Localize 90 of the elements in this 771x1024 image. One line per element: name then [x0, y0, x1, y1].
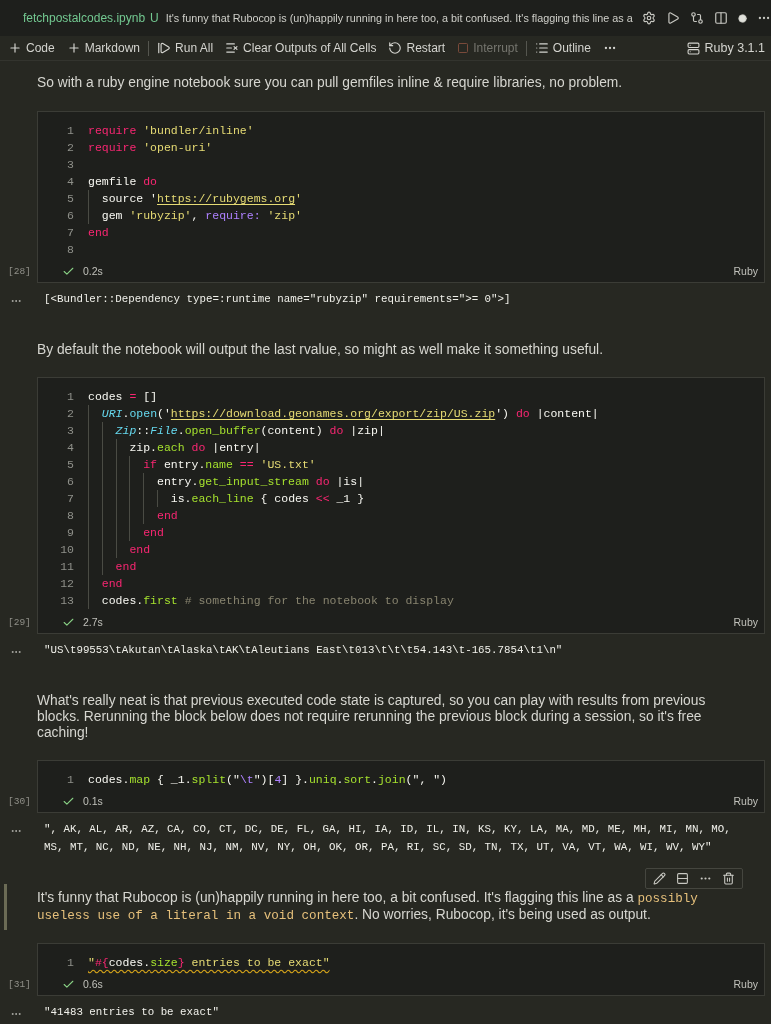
cell-output: [<Bundler::Dependency type=:runtime name="rubyzip" requirements=">= 0">] [43, 292, 512, 307]
code-line: end [88, 541, 151, 558]
execution-count: [29] [7, 617, 32, 630]
line-number: 1 [66, 956, 74, 969]
code-line: end [88, 507, 178, 524]
line-number: 3 [66, 424, 74, 437]
line-number: 3 [66, 158, 74, 171]
cell-output: "41483 entries to be exact" [43, 1005, 220, 1020]
run-duration: 0.2s [83, 265, 103, 277]
code-line: require 'bundler/inline' [88, 123, 254, 139]
markdown-paragraph: So with a ruby engine notebook sure you can pull gemfiles inline & require libraries, no problem. [37, 75, 624, 91]
line-number: 1 [66, 390, 74, 403]
unsaved-dot-icon [737, 13, 747, 23]
plus-icon [8, 41, 22, 55]
edit-icon[interactable] [653, 872, 666, 885]
split-editor-icon[interactable] [713, 11, 728, 25]
execution-count: [30] [7, 796, 32, 809]
compare-icon[interactable] [689, 11, 704, 25]
list-icon [534, 41, 549, 55]
code-line: if entry.name == 'US.txt' [88, 456, 316, 473]
line-number: 7 [66, 492, 74, 505]
line-number: 11 [59, 560, 74, 573]
toolbar-button[interactable]: Restart [388, 41, 446, 55]
code-line: require 'open-uri' [88, 140, 213, 156]
play-icon[interactable] [665, 11, 680, 25]
cell-output: ", AK, AL, AR, AZ, CA, CO, CT, DC, DE, FL, GA, HI, IA, ID, IL, IN, KS, KY, LA, MA, MD, ME, MH, MI, MN, MO, MS, MT, NC, ND, NE, NH, NJ, NM, NV, NY, OH, OK, OR, PA, RI, SC, SD, TN, TX, UT, VA, VT, WA, WI, WV, WY" [43, 822, 732, 855]
code-line: "#{codes.size} entries to be exact" [88, 955, 330, 971]
code-line: end [88, 575, 123, 592]
code-line: gemfile do [88, 174, 158, 190]
execution-count: [31] [7, 979, 32, 992]
line-number: 2 [66, 141, 74, 154]
line-number: 10 [59, 543, 74, 556]
line-number: 5 [66, 192, 74, 205]
code-line: codes = [] [88, 389, 158, 405]
toolbar-button[interactable]: Code [8, 41, 55, 55]
cell-language[interactable]: Ruby [733, 265, 758, 277]
git-status: U [150, 11, 159, 25]
code-line: codes.map { _1.split("\t")[4] }.uniq.sort.join(", ") [88, 772, 447, 788]
code-line: Zip::File.open_buffer(content) do |zip| [88, 422, 385, 439]
cell-language[interactable]: Ruby [733, 616, 758, 628]
line-number: 1 [66, 124, 74, 137]
settings-icon[interactable] [641, 11, 656, 25]
code-line: URI.open('https://download.geonames.org/export/zip/US.zip') do |content| [88, 405, 599, 422]
run-duration: 0.6s [83, 978, 103, 990]
code-line: entry.get_input_stream do |is| [88, 473, 365, 490]
code-line: source 'https://rubygems.org' [88, 190, 302, 207]
line-number: 5 [66, 458, 74, 471]
toolbar-button[interactable]: Markdown [66, 41, 141, 55]
server-icon [686, 41, 700, 55]
cell-language[interactable]: Ruby [733, 978, 758, 990]
line-number: 13 [59, 594, 74, 607]
code-line: codes.first # something for the notebook to display [88, 592, 454, 609]
line-number: 9 [66, 526, 74, 539]
line-number: 4 [66, 175, 74, 188]
stop-icon [457, 42, 470, 54]
line-number: 7 [66, 226, 74, 239]
markdown-paragraph: What's really neat is that previous executed code state is captured, so you can play with results from previous blocks. Rerunning the block below does not require rerunning the previous block during a session, so it's free caching! [37, 693, 707, 741]
markdown-paragraph: By default the notebook will output the last rvalue, so might as well make it something useful. [37, 342, 604, 358]
code-line: end [88, 524, 164, 541]
toolbar-button[interactable]: Run All [157, 41, 214, 55]
cell-language[interactable]: Ruby [733, 795, 758, 807]
toolbar-button[interactable]: Outline [534, 41, 591, 55]
code-line: end [88, 225, 109, 241]
delete-icon[interactable] [722, 872, 735, 885]
line-number: 6 [66, 209, 74, 222]
line-number: 12 [59, 577, 74, 590]
line-number: 8 [66, 243, 74, 256]
code-line: zip.each do |entry| [88, 439, 261, 456]
markdown-paragraph: It's funny that Rubocop is (un)happily running in here too, a bit confused. It's flagging this line as a possibly useless use of a literal in a void context. No worries, Rubocop, it's being used as output. [37, 890, 699, 924]
line-number: 8 [66, 509, 74, 522]
breadcrumb[interactable]: It's funny that Rubocop is (un)happily running in here too, a bit confused. It's flagging this line as a [165, 12, 633, 24]
line-number: 4 [66, 441, 74, 454]
run-all-icon [157, 41, 172, 55]
run-duration: 2.7s [83, 616, 103, 628]
toolbar-button[interactable]: Clear Outputs of All Cells [225, 41, 377, 55]
file-tab[interactable]: fetchpostalcodes.ipynb [23, 11, 146, 25]
plus-icon [66, 41, 81, 55]
execution-count: [28] [7, 266, 32, 279]
code-line: end [88, 558, 137, 575]
code-line: is.each_line { codes << _1 } [88, 490, 365, 507]
run-duration: 0.1s [83, 795, 103, 807]
clear-list-icon [225, 41, 240, 55]
restart-icon [388, 41, 403, 55]
line-number: 1 [66, 773, 74, 786]
line-number: 2 [66, 407, 74, 420]
cell-output: "US\t99553\tAkutan\tAlaska\tAK\tAleutians East\t013\t\t\t54.143\t-165.7854\t1\n" [43, 643, 564, 658]
split-cell-icon[interactable] [676, 872, 689, 885]
code-line: gem 'rubyzip', require: 'zip' [88, 207, 302, 224]
line-number: 6 [66, 475, 74, 488]
kernel-picker[interactable]: Ruby 3.1.1 [686, 41, 765, 55]
